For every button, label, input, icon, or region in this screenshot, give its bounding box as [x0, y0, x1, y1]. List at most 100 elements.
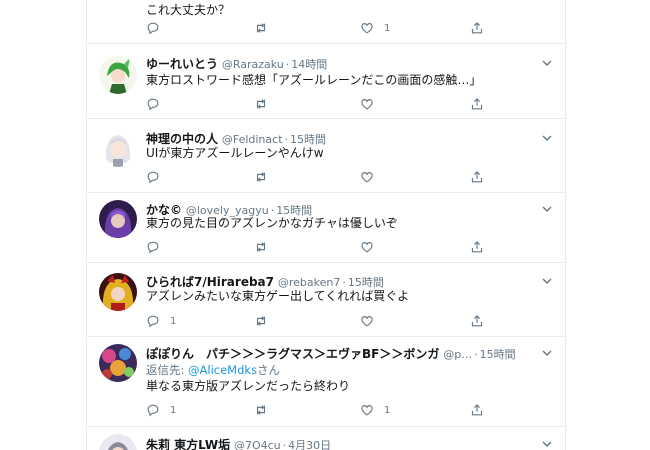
heart-icon	[361, 99, 373, 110]
tweet[interactable]: ゆーれいとう @Rarazaku · 14時間 東方ロストワード感想「アズールレーン…	[87, 43, 565, 119]
share-button[interactable]	[470, 20, 484, 36]
display-name[interactable]: ゆーれいとう	[146, 57, 218, 71]
retweet-button[interactable]	[254, 20, 268, 36]
retweet-button[interactable]	[254, 313, 268, 329]
chevron-down-icon[interactable]	[541, 132, 553, 144]
reply-count: 1	[170, 404, 177, 416]
timeline: これ大丈夫か？ 1 ゆーれいとう @Rarazaku · 14時間 東方ロストワ…	[86, 0, 566, 450]
tweet-partial-top[interactable]: これ大丈夫か？ 1	[87, 0, 565, 44]
heart-icon	[361, 242, 373, 253]
tweet-header: ぽぽりん パチ＞＞＞ラグマス＞エヴァBF＞＞ボンガ @p… · 15時間	[146, 347, 516, 361]
tweet-actions	[146, 96, 546, 112]
reply-button[interactable]: 1	[146, 402, 176, 418]
tweet-text: UIが東方アズールレーンやんけw	[146, 146, 324, 160]
tweet-header: 朱莉 東方LW垢 @7O4cu · 4月30日	[146, 438, 332, 450]
tweet-text: 東方の見た目のアズレンかなガチャは優しいぞ	[146, 216, 398, 230]
display-name[interactable]: 朱莉 東方LW垢	[146, 438, 230, 450]
like-button[interactable]: 1	[360, 20, 390, 36]
share-icon	[471, 315, 483, 327]
retweet-icon	[256, 242, 266, 252]
reply-button[interactable]	[146, 169, 160, 185]
tweet-actions	[146, 239, 546, 255]
avatar[interactable]	[99, 344, 137, 382]
retweet-button[interactable]	[254, 169, 268, 185]
avatar[interactable]	[99, 56, 137, 94]
reply-context: 返信先: @AliceMdksさん	[146, 362, 280, 378]
share-button[interactable]	[470, 313, 484, 329]
chevron-down-icon[interactable]	[541, 275, 553, 287]
reply-icon	[147, 98, 159, 111]
reply-button[interactable]	[146, 20, 160, 36]
reply-button[interactable]	[146, 96, 160, 112]
tweet-actions: 1	[146, 20, 546, 36]
avatar[interactable]	[99, 273, 137, 311]
reply-icon	[147, 171, 159, 184]
retweet-icon	[256, 405, 266, 415]
avatar[interactable]	[99, 129, 137, 167]
reply-icon	[147, 22, 159, 35]
heart-icon	[361, 172, 373, 183]
reply-suffix: さん	[257, 363, 281, 377]
share-button[interactable]	[470, 96, 484, 112]
page: これ大丈夫か？ 1 ゆーれいとう @Rarazaku · 14時間 東方ロストワ…	[0, 0, 650, 450]
tweet[interactable]: ひられば7/Hirareba7 @rebaken7 · 15時間 アズレンみたいな東…	[87, 262, 565, 337]
display-name[interactable]: 神理の中の人	[146, 132, 218, 146]
share-button[interactable]	[470, 239, 484, 255]
share-icon	[471, 171, 483, 183]
like-button[interactable]	[360, 96, 374, 112]
tweet-partial-bottom[interactable]: 朱莉 東方LW垢 @7O4cu · 4月30日	[87, 426, 565, 450]
share-button[interactable]	[470, 402, 484, 418]
like-button[interactable]	[360, 169, 374, 185]
timestamp[interactable]: 15時間	[480, 348, 516, 361]
chevron-down-icon[interactable]	[541, 438, 553, 450]
share-icon	[471, 98, 483, 110]
tweet[interactable]: 神理の中の人 @Feldinact · 15時間 UIが東方アズールレーンやんけw	[87, 118, 565, 193]
reply-icon	[147, 404, 159, 417]
username[interactable]: @Rarazaku	[222, 58, 284, 71]
chevron-down-icon[interactable]	[541, 203, 553, 215]
reply-button[interactable]	[146, 239, 160, 255]
retweet-icon	[256, 23, 266, 33]
tweet-text: これ大丈夫か？	[146, 3, 231, 17]
like-button[interactable]	[360, 313, 374, 329]
tweet-text: 単なる東方版アズレンだったら終わり	[146, 379, 351, 393]
timestamp[interactable]: 4月30日	[288, 439, 331, 450]
tweet-actions: 1	[146, 313, 546, 329]
tweet-actions: 1 1	[146, 402, 546, 418]
username[interactable]: @7O4cu	[234, 439, 281, 450]
heart-icon	[361, 405, 373, 416]
display-name[interactable]: ひられば7/Hirareba7	[146, 275, 274, 289]
reply-icon	[147, 241, 159, 254]
chevron-down-icon[interactable]	[541, 347, 553, 359]
timestamp[interactable]: 14時間	[291, 58, 327, 71]
share-icon	[471, 241, 483, 253]
tweet-text: アズレンみたいな東方ゲー出してくれれば買ぐよ	[146, 289, 410, 303]
reply-prefix: 返信先:	[146, 363, 189, 377]
share-icon	[471, 404, 483, 416]
heart-icon	[361, 316, 373, 327]
share-button[interactable]	[470, 169, 484, 185]
avatar[interactable]	[99, 200, 137, 238]
retweet-icon	[256, 172, 266, 182]
like-button[interactable]: 1	[360, 402, 390, 418]
tweet[interactable]: ぽぽりん パチ＞＞＞ラグマス＞エヴァBF＞＞ボンガ @p… · 15時間 返信先: …	[87, 336, 565, 427]
retweet-icon	[256, 316, 266, 326]
retweet-button[interactable]	[254, 402, 268, 418]
retweet-button[interactable]	[254, 239, 268, 255]
like-count: 1	[384, 404, 391, 416]
reply-mention-link[interactable]: @AliceMdks	[188, 363, 257, 377]
share-icon	[471, 22, 483, 34]
tweet-text: 東方ロストワード感想「アズールレーンだこの画面の感触…」	[146, 73, 482, 87]
reply-count: 1	[170, 315, 177, 327]
tweet[interactable]: かな© @lovely_yagyu · 15時間 東方の見た目のアズレンかなガチャは…	[87, 192, 565, 263]
reply-button[interactable]: 1	[146, 313, 176, 329]
chevron-down-icon[interactable]	[541, 57, 553, 69]
retweet-button[interactable]	[254, 96, 268, 112]
username[interactable]: @p…	[443, 348, 472, 361]
retweet-icon	[256, 99, 266, 109]
tweet-header: ゆーれいとう @Rarazaku · 14時間	[146, 57, 328, 71]
display-name[interactable]: ぽぽりん パチ＞＞＞ラグマス＞エヴァBF＞＞ボンガ	[146, 347, 439, 361]
avatar[interactable]	[99, 434, 137, 450]
like-button[interactable]	[360, 239, 374, 255]
heart-icon	[361, 23, 373, 34]
